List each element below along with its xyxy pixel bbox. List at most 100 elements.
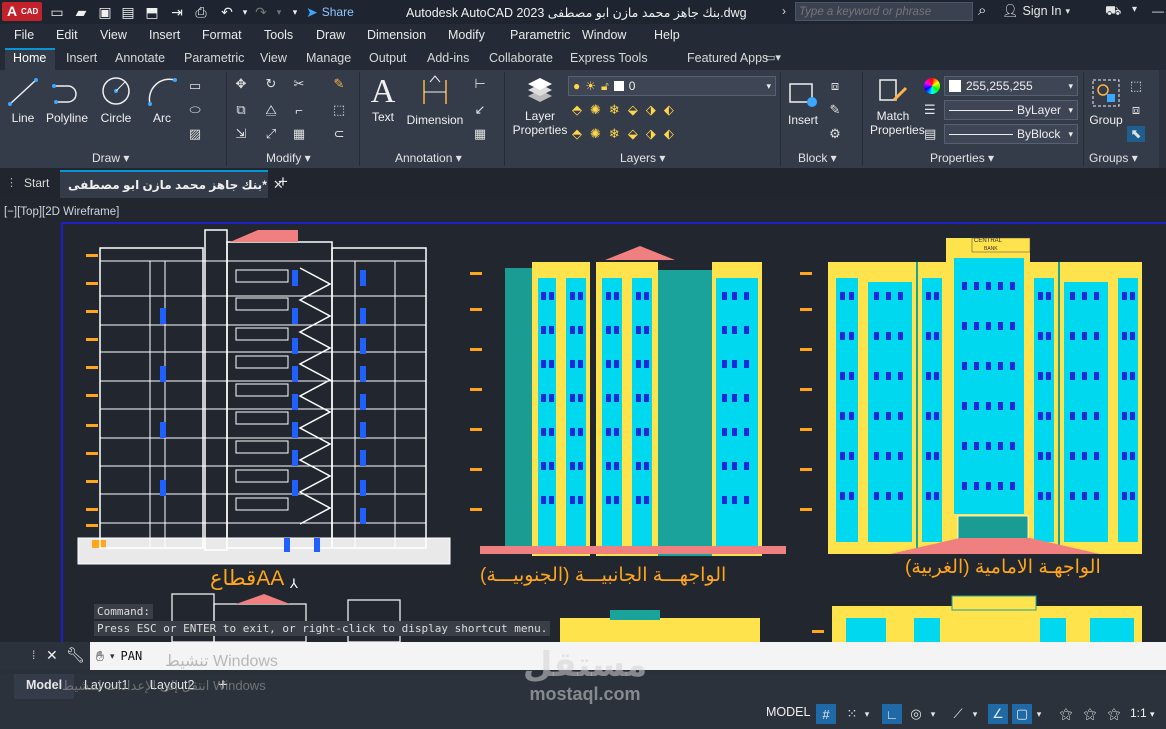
ribbon-tab-collaborate[interactable]: Collaborate: [489, 51, 553, 65]
scale-icon[interactable]: ⤢: [262, 126, 280, 142]
circle-tool[interactable]: Circle: [96, 74, 136, 125]
properties-panel-label[interactable]: Properties ▾: [930, 151, 994, 165]
group-selection-icon[interactable]: ⬉: [1127, 126, 1145, 142]
polar-icon[interactable]: ◎: [906, 704, 926, 724]
annotation-scale-icon[interactable]: ⚝: [1104, 704, 1124, 724]
search-arrow-icon[interactable]: ›: [782, 4, 786, 18]
stretch-icon[interactable]: ⇲: [232, 126, 250, 142]
drawing-canvas[interactable]: [−][Top][2D Wireframe] قطاعAA الواجهـــة…: [0, 198, 1166, 642]
plot-icon[interactable]: ⎙: [192, 3, 210, 21]
app-menu-button[interactable]: A CAD: [2, 2, 42, 21]
web-mobile-icon[interactable]: ⬒: [143, 3, 161, 21]
annotation-panel-label[interactable]: Annotation ▾: [395, 151, 462, 165]
layer-freeze-tool-icon[interactable]: ❄: [609, 102, 620, 118]
menu-view[interactable]: View: [100, 28, 127, 42]
menu-dimension[interactable]: Dimension: [367, 28, 426, 42]
menu-format[interactable]: Format: [202, 28, 242, 42]
layer-unlock-icon[interactable]: ⬙: [628, 126, 638, 142]
layer-isolate-icon[interactable]: ✺: [590, 102, 601, 118]
menu-edit[interactable]: Edit: [56, 28, 78, 42]
menu-modify[interactable]: Modify: [448, 28, 485, 42]
new-file-icon[interactable]: ▭: [48, 3, 66, 21]
ribbon-tab-parametric[interactable]: Parametric: [184, 51, 244, 65]
save-icon[interactable]: ▣: [96, 3, 114, 21]
move-icon[interactable]: ✥: [232, 76, 250, 92]
model-space-button[interactable]: MODEL: [766, 705, 810, 719]
layer-dropdown[interactable]: ● ☀ 🔓︎ 0 ▾: [568, 76, 776, 96]
polyline-tool[interactable]: Polyline: [44, 74, 90, 125]
group-tool[interactable]: Group: [1087, 76, 1125, 127]
menu-file[interactable]: File: [14, 28, 34, 42]
undo-icon[interactable]: ↶: [218, 3, 236, 21]
offset-icon[interactable]: ⊂: [330, 126, 348, 142]
edit-attributes-icon[interactable]: ⚙: [826, 126, 844, 142]
ribbon-tab-annotate[interactable]: Annotate: [115, 51, 165, 65]
modify-panel-label[interactable]: Modify ▾: [266, 151, 311, 165]
customize-command-icon[interactable]: 🔧︎: [66, 646, 85, 664]
close-command-icon[interactable]: ✕: [46, 647, 58, 664]
help-dropdown-icon[interactable]: ▾: [1132, 4, 1137, 15]
object-snap-icon[interactable]: ▢: [1012, 704, 1032, 724]
object-snap-tracking-icon[interactable]: ∠: [988, 704, 1008, 724]
ortho-icon[interactable]: ∟: [882, 704, 902, 724]
linetype-dropdown[interactable]: ByLayer ▾: [944, 100, 1078, 120]
menu-parametric[interactable]: Parametric: [510, 28, 570, 42]
layer-copy-icon[interactable]: ⬘: [572, 126, 582, 142]
isodraft-dropdown-icon[interactable]: ▾: [970, 704, 980, 724]
object-snap-dropdown-icon[interactable]: ▾: [1034, 704, 1044, 724]
snap-dropdown-icon[interactable]: ▾: [862, 704, 872, 724]
block-panel-label[interactable]: Block ▾: [798, 151, 837, 165]
leader-icon[interactable]: ↙: [471, 102, 489, 118]
isodraft-icon[interactable]: ⟋: [948, 704, 968, 724]
rotate-icon[interactable]: ↻: [262, 76, 280, 92]
layer-properties-tool[interactable]: Layer Properties: [510, 76, 570, 137]
layer-match-icon[interactable]: ⬗: [646, 102, 656, 118]
mirror-icon[interactable]: ⧋: [262, 102, 280, 118]
cart-icon[interactable]: ⛟: [1105, 3, 1121, 21]
menu-tools[interactable]: Tools: [264, 28, 293, 42]
command-dropdown-icon[interactable]: ▾: [110, 651, 115, 662]
minimize-button[interactable]: —: [1152, 4, 1164, 18]
new-tab-button[interactable]: +: [278, 172, 288, 192]
group-edit-icon[interactable]: ⧈: [1127, 102, 1145, 118]
search-input[interactable]: [795, 2, 973, 21]
arc-tool[interactable]: Arc: [144, 74, 180, 125]
command-grip-icon[interactable]: ⁞: [32, 648, 35, 662]
erase-icon[interactable]: ✎: [330, 76, 348, 92]
copy-icon[interactable]: ⧉: [232, 102, 250, 118]
fillet-icon[interactable]: ⌐: [290, 102, 308, 118]
hatch-icon[interactable]: ▨: [186, 126, 204, 142]
text-tool[interactable]: A Text: [365, 74, 401, 125]
annotation-scale-value[interactable]: 1:1 ▾: [1130, 706, 1155, 720]
annotation-visibility-icon[interactable]: ⚝: [1056, 704, 1076, 724]
edit-block-icon[interactable]: ✎: [826, 102, 844, 118]
layer-walk-icon[interactable]: ⬖: [664, 102, 674, 118]
customize-toolbar-icon[interactable]: ▾: [286, 3, 304, 21]
match-properties-tool[interactable]: Match Properties: [870, 76, 925, 137]
layer-unisolate-icon[interactable]: ✺: [590, 126, 601, 142]
start-tab[interactable]: Start: [16, 170, 57, 198]
ribbon-tab-output[interactable]: Output: [369, 51, 407, 65]
create-block-icon[interactable]: ⧈: [826, 78, 844, 94]
layer-lock-tool-icon[interactable]: ⬙: [628, 102, 638, 118]
ribbon-tab-home[interactable]: Home: [13, 51, 46, 65]
ribbon-tab-add-ins[interactable]: Add-ins: [427, 51, 469, 65]
menu-window[interactable]: Window: [582, 28, 626, 42]
menu-insert[interactable]: Insert: [149, 28, 180, 42]
sign-in-button[interactable]: 👤︎ Sign In ▾: [1002, 3, 1070, 19]
menu-draw[interactable]: Draw: [316, 28, 345, 42]
import-icon[interactable]: ⇥: [168, 3, 186, 21]
linear-dimension-icon[interactable]: ⊢: [471, 76, 489, 92]
grid-icon[interactable]: #: [816, 704, 836, 724]
snap-icon[interactable]: ⁙: [842, 704, 862, 724]
insert-block-tool[interactable]: Insert: [784, 76, 822, 127]
ribbon-tab-express-tools[interactable]: Express Tools: [570, 51, 648, 65]
groups-panel-label[interactable]: Groups ▾: [1089, 151, 1138, 165]
dimension-tool[interactable]: Dimension: [405, 74, 465, 127]
save-as-icon[interactable]: ▤: [119, 3, 137, 21]
ribbon-tab-insert[interactable]: Insert: [66, 51, 97, 65]
ribbon-tab-view[interactable]: View: [260, 51, 287, 65]
color-dropdown[interactable]: 255,255,255 ▾: [944, 76, 1078, 96]
table-icon[interactable]: ▦: [471, 126, 489, 142]
search-icon[interactable]: ⌕: [978, 2, 986, 19]
